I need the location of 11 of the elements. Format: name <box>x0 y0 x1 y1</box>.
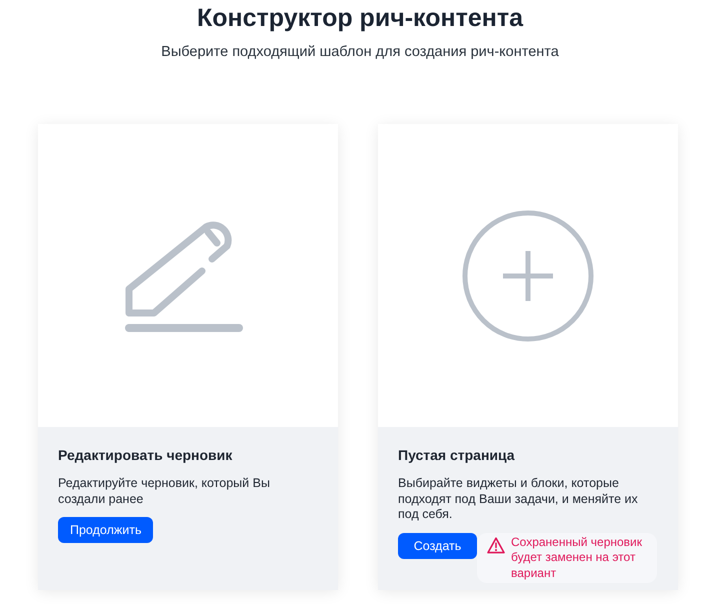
warning-icon <box>487 536 505 554</box>
card-description: Редактируйте черновик, который Вы создали ранее <box>58 476 271 507</box>
card-title: Пустая страница <box>398 446 516 464</box>
warning-text: Сохраненный черновик будет заменен на этот вариант <box>511 534 643 581</box>
page-subtitle: Выберите подходящий шаблон для создания рич-контента <box>161 43 559 61</box>
plus-circle-icon <box>462 210 594 342</box>
card-description: Выбирайте виджеты и блоки, которые подходят под Ваши задачи, и меняйте их под себя. <box>398 476 639 522</box>
action-button[interactable]: Продолжить <box>58 517 154 543</box>
action-button[interactable]: Создать <box>398 532 477 558</box>
page-title: Конструктор рич-контента <box>197 3 523 34</box>
card-title: Редактировать черновик <box>58 446 234 464</box>
